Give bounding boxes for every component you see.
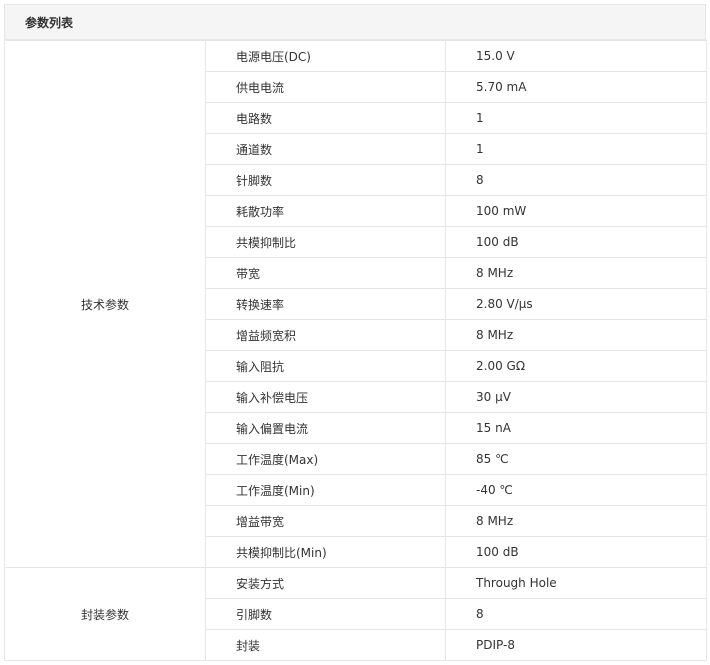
param-value: 8 MHz <box>445 319 707 351</box>
param-value: 15 nA <box>445 412 707 444</box>
param-name: 共模抑制比(Min) <box>205 536 446 568</box>
table-row: 技术参数 电源电压(DC) 15.0 V <box>4 40 707 568</box>
param-value: 1 <box>445 102 707 134</box>
param-value: 8 MHz <box>445 257 707 289</box>
param-value: 2.00 GΩ <box>445 350 707 382</box>
param-value: 100 dB <box>445 536 707 568</box>
param-value: -40 ℃ <box>445 474 707 506</box>
param-value: Through Hole <box>445 567 707 599</box>
param-name: 电路数 <box>205 102 446 134</box>
param-name: 转换速率 <box>205 288 446 320</box>
param-name: 工作温度(Min) <box>205 474 446 506</box>
parameter-list-panel: 参数列表 技术参数 电源电压(DC) 15.0 V 供电电流 5.70 mA 电路数 1 通道… <box>4 4 707 661</box>
param-value: 8 MHz <box>445 505 707 537</box>
param-value: 15.0 V <box>445 40 707 72</box>
param-value: 30 μV <box>445 381 707 413</box>
param-value: PDIP-8 <box>445 629 707 661</box>
param-name: 工作温度(Max) <box>205 443 446 475</box>
param-name: 针脚数 <box>205 164 446 196</box>
param-value: 1 <box>445 133 707 165</box>
param-name: 增益带宽 <box>205 505 446 537</box>
param-name: 共模抑制比 <box>205 226 446 258</box>
param-value: 85 ℃ <box>445 443 707 475</box>
param-name: 增益频宽积 <box>205 319 446 351</box>
param-value: 5.70 mA <box>445 71 707 103</box>
param-name: 通道数 <box>205 133 446 165</box>
param-name: 电源电压(DC) <box>205 40 446 72</box>
param-name: 输入补偿电压 <box>205 381 446 413</box>
param-name: 供电电流 <box>205 71 446 103</box>
param-name: 输入阻抗 <box>205 350 446 382</box>
param-value: 8 <box>445 164 707 196</box>
param-value: 100 dB <box>445 226 707 258</box>
param-name: 带宽 <box>205 257 446 289</box>
param-name: 耗散功率 <box>205 195 446 227</box>
group-label: 封装参数 <box>4 567 206 661</box>
group-label: 技术参数 <box>4 40 206 568</box>
param-value: 100 mW <box>445 195 707 227</box>
panel-title: 参数列表 <box>4 4 706 40</box>
param-value: 2.80 V/μs <box>445 288 707 320</box>
param-name: 输入偏置电流 <box>205 412 446 444</box>
param-name: 引脚数 <box>205 598 446 630</box>
param-name: 安装方式 <box>205 567 446 599</box>
parameter-table: 技术参数 电源电压(DC) 15.0 V 供电电流 5.70 mA 电路数 1 通道数 1 针脚数… <box>4 40 707 661</box>
param-value: 8 <box>445 598 707 630</box>
param-name: 封装 <box>205 629 446 661</box>
table-row: 封装参数 安装方式 Through Hole <box>4 567 707 661</box>
